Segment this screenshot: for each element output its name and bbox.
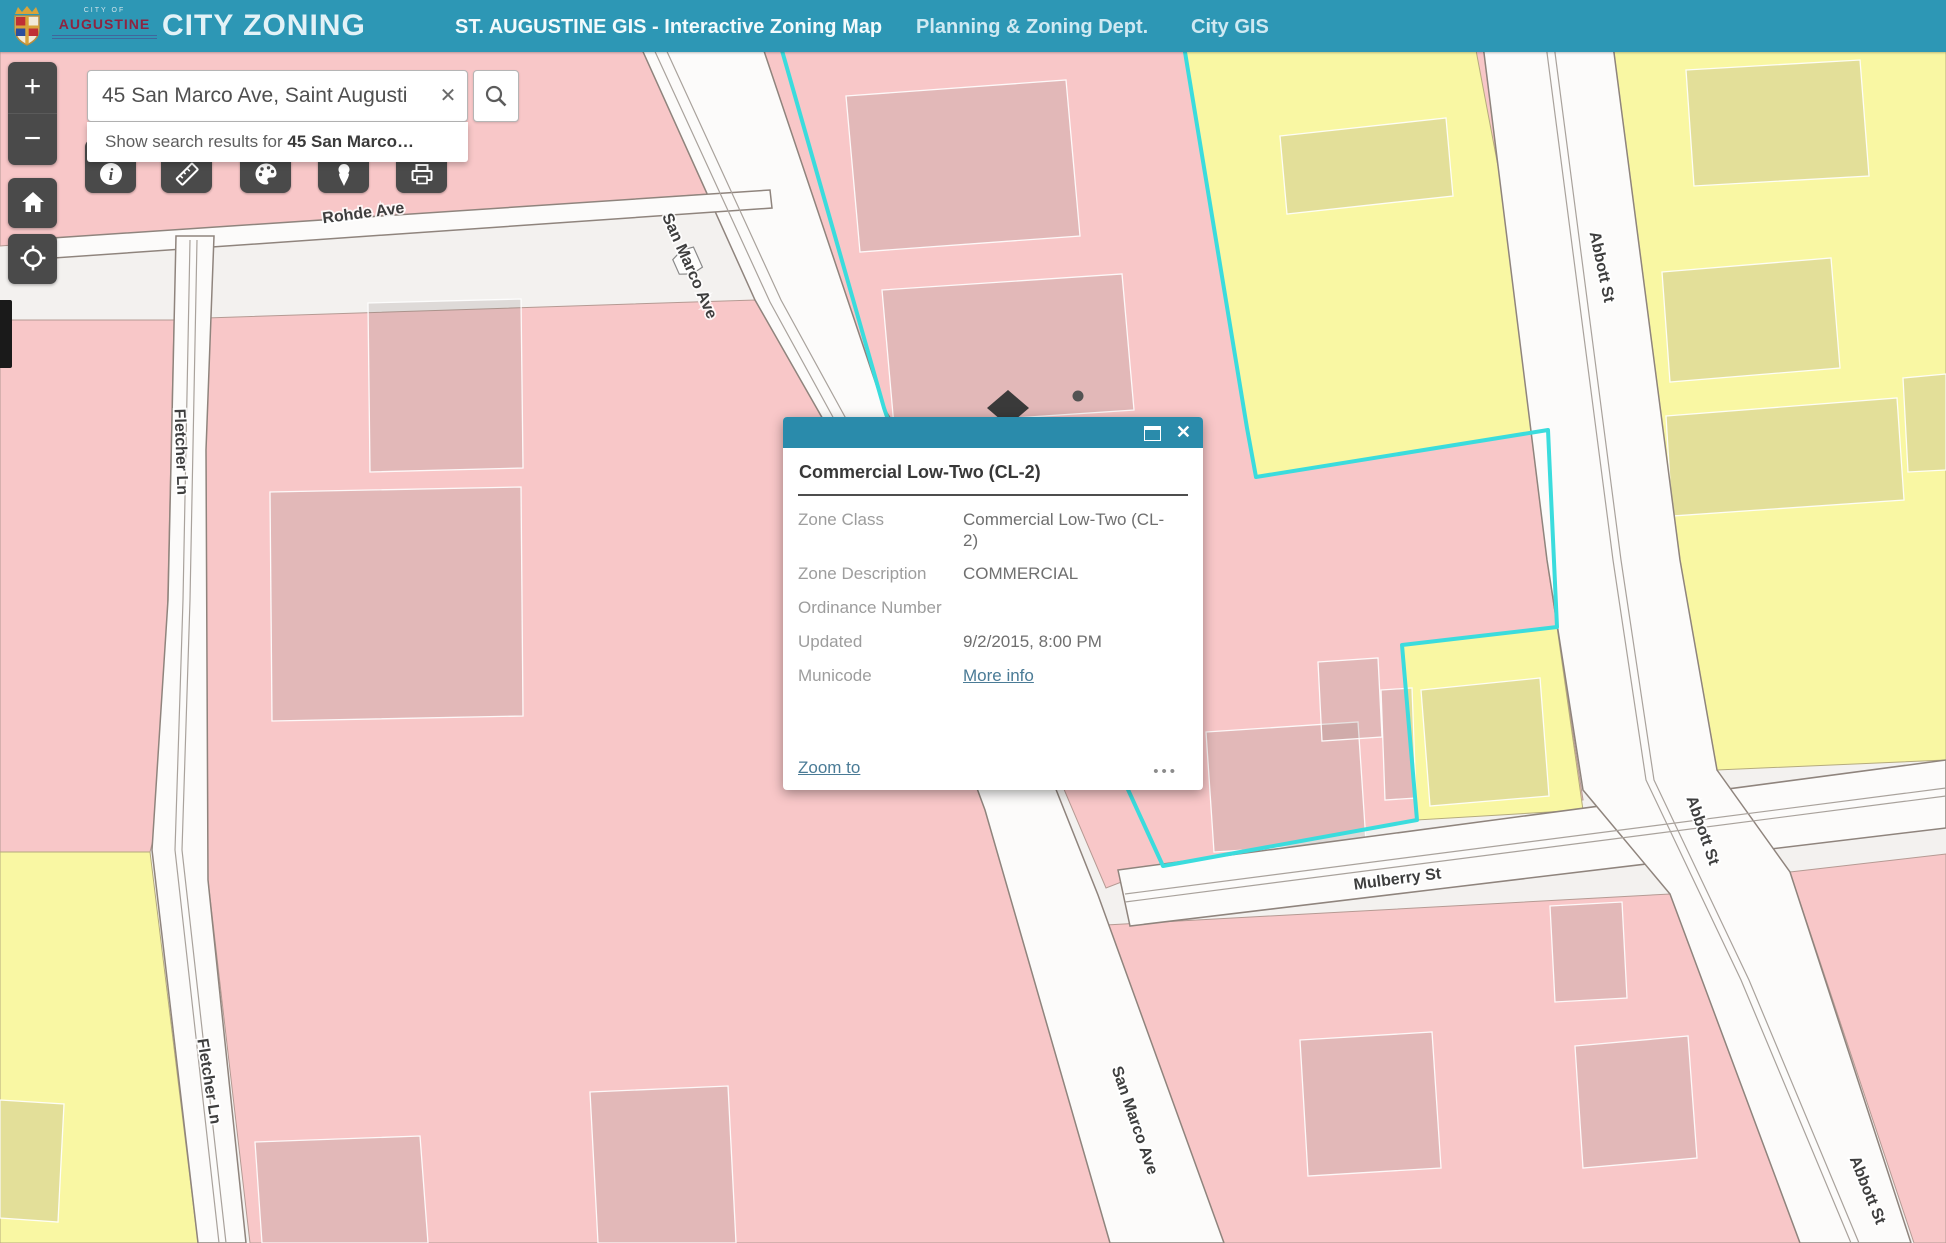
logo-small-text: CITY OF [52, 7, 157, 14]
zoom-control: + − [8, 62, 57, 165]
city-logo-text: CITY OF AUGUSTINE [52, 7, 157, 39]
suggestion-prefix: Show search results for [105, 132, 287, 151]
maximize-icon[interactable] [1144, 426, 1161, 441]
app-header: CITY OF AUGUSTINE CITY ZONING ST. AUGUST… [0, 0, 1946, 52]
page-title: ST. AUGUSTINE GIS - Interactive Zoning M… [455, 0, 882, 52]
attr-value [963, 598, 1178, 619]
svg-text:i: i [108, 165, 113, 184]
search-icon [483, 83, 509, 109]
zoom-out-button[interactable]: − [8, 114, 57, 165]
map-point-dot [1073, 391, 1084, 402]
logo-name: AUGUSTINE [52, 17, 157, 31]
zone-pink-west[interactable] [0, 320, 174, 852]
zoom-to-link[interactable]: Zoom to [798, 758, 860, 777]
measure-ruler-icon [174, 161, 200, 187]
attr-label: Updated [798, 632, 943, 653]
attr-label: Zone Description [798, 564, 943, 585]
popup-title: Commercial Low-Two (CL-2) [798, 460, 1188, 496]
home-icon [20, 189, 46, 215]
more-options-icon[interactable]: ••• [1153, 763, 1178, 780]
zoom-in-button[interactable]: + [8, 62, 57, 114]
suggestion-term: 45 San Marco… [287, 132, 414, 151]
search-button[interactable] [473, 70, 519, 122]
search-input[interactable] [87, 70, 468, 122]
attr-value: 9/2/2015, 8:00 PM [963, 632, 1178, 653]
nav-city-gis[interactable]: City GIS [1191, 0, 1269, 52]
locate-button[interactable] [8, 234, 57, 284]
clear-search-icon[interactable]: ✕ [434, 82, 462, 110]
info-icon: i [98, 161, 124, 187]
close-icon[interactable]: ✕ [1176, 420, 1191, 445]
app-title: CITY ZONING [162, 0, 366, 52]
more-info-link[interactable]: More info [963, 666, 1034, 685]
attr-label: Municode [798, 666, 943, 687]
attr-label: Ordinance Number [798, 598, 943, 619]
attr-label: Zone Class [798, 510, 943, 551]
collapsed-panel-tab[interactable] [0, 300, 12, 368]
print-icon [409, 161, 435, 187]
palette-icon [253, 161, 279, 187]
label-fletcher-upper: Fletcher Ln [170, 408, 190, 495]
city-crest-logo [10, 4, 44, 48]
home-extent-button[interactable] [8, 178, 57, 228]
nav-planning-zoning-dept[interactable]: Planning & Zoning Dept. [916, 0, 1148, 52]
popup-header: ✕ [783, 417, 1203, 448]
feature-popup: ✕ Commercial Low-Two (CL-2) Zone Class C… [783, 417, 1203, 790]
popup-footer: Zoom to ••• [798, 758, 1188, 778]
attr-value: COMMERCIAL [963, 564, 1178, 585]
attribute-table: Zone Class Commercial Low-Two (CL-2) Zon… [798, 510, 1188, 686]
search-suggestion-item[interactable]: Show search results for 45 San Marco… [87, 122, 468, 162]
crosshair-icon [20, 245, 46, 271]
attr-value: Commercial Low-Two (CL-2) [963, 510, 1178, 551]
map-pin-icon [331, 161, 357, 187]
